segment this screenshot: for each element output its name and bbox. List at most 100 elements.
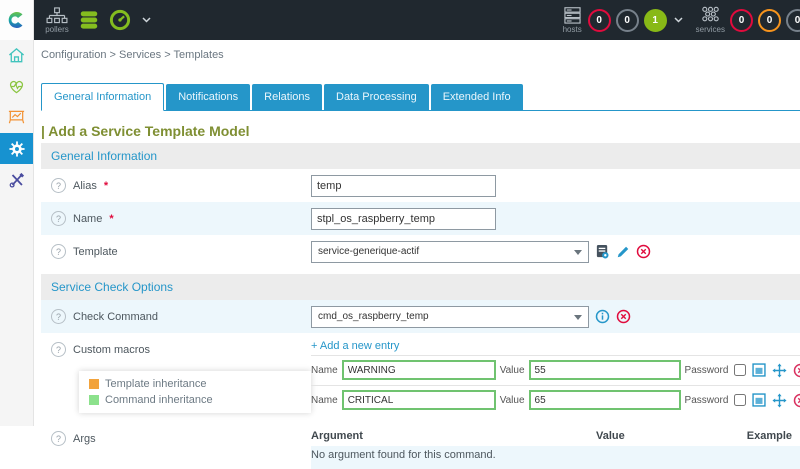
sidebar-item-reporting[interactable] — [0, 102, 33, 133]
hosts-down-badge[interactable]: 0 — [588, 9, 611, 32]
select-arrow-icon — [574, 250, 582, 255]
circle-x-icon — [636, 244, 651, 259]
edit-template-button[interactable] — [616, 245, 630, 259]
tools-icon — [8, 171, 26, 189]
breadcrumb-separator: > — [110, 49, 116, 61]
macro-value-label: Value — [500, 395, 525, 406]
command-inheritance-label: Command inheritance — [105, 394, 213, 406]
main-content: Configuration > Services > Templates Gen… — [34, 40, 800, 426]
pollers-chevron-down-icon[interactable] — [142, 17, 151, 23]
status-badges-group: hosts 0 0 1 services 0 0 0 — [562, 6, 800, 34]
template-selected-value: service-generique-actif — [318, 246, 419, 257]
macro-value-input[interactable] — [529, 390, 681, 410]
hosts-unreachable-badge[interactable]: 0 — [616, 9, 639, 32]
sidebar-item-configuration[interactable] — [0, 133, 33, 164]
help-icon[interactable]: ? — [51, 342, 66, 357]
add-new-entry-link[interactable]: + Add a new entry — [311, 340, 399, 352]
circle-x-icon — [793, 393, 800, 408]
macro-name-input[interactable] — [342, 390, 496, 410]
macro-password-checkbox[interactable] — [734, 364, 746, 376]
view-template-button[interactable] — [595, 244, 610, 259]
breadcrumb-services[interactable]: Services — [119, 49, 161, 61]
check-command-label: Check Command — [73, 311, 158, 323]
hosts-up-badge[interactable]: 1 — [644, 9, 667, 32]
hosts-menu[interactable]: hosts — [562, 7, 583, 34]
name-row: ? Name * — [41, 202, 800, 235]
centreon-logo[interactable] — [0, 0, 33, 40]
help-icon[interactable]: ? — [51, 211, 66, 226]
required-asterisk: * — [104, 180, 108, 192]
macro-password-checkbox[interactable] — [734, 394, 746, 406]
help-icon[interactable]: ? — [51, 244, 66, 259]
sidebar-item-administration[interactable] — [0, 164, 33, 195]
description-icon — [752, 363, 766, 377]
file-eye-icon — [595, 244, 610, 259]
macro-delete-button[interactable] — [793, 363, 800, 378]
database-poller-icon[interactable] — [78, 9, 100, 31]
services-critical-badge[interactable]: 0 — [730, 9, 753, 32]
pollers-group: pollers — [45, 7, 153, 34]
help-icon[interactable]: ? — [51, 309, 66, 324]
sidebar-item-monitoring[interactable] — [0, 71, 33, 102]
sidebar-item-home[interactable] — [0, 40, 33, 71]
macro-inheritance-legend: Template inheritance Command inheritance — [79, 371, 311, 413]
circle-x-icon — [793, 363, 800, 378]
tab-notifications[interactable]: Notifications — [166, 84, 250, 110]
check-command-select[interactable]: cmd_os_raspberry_temp — [311, 306, 589, 328]
name-label: Name — [73, 213, 102, 225]
tab-relations[interactable]: Relations — [252, 84, 322, 110]
macro-name-label: Name — [311, 365, 338, 376]
alias-input[interactable] — [311, 175, 496, 197]
check-command-row: ? Check Command cmd_os_raspberry_temp — [41, 300, 800, 333]
breadcrumb-separator: > — [164, 49, 170, 61]
page-title: | Add a Service Template Model — [41, 123, 800, 140]
custom-macros-row: ? Custom macros Template inheritance Com… — [41, 333, 800, 423]
hosts-icon — [562, 7, 583, 24]
heart-pulse-icon — [7, 77, 26, 96]
hosts-chevron-down-icon[interactable] — [674, 17, 683, 23]
pollers-icon — [45, 7, 69, 24]
macro-row-critical: Name Value Password — [311, 385, 800, 415]
alias-label: Alias — [73, 180, 97, 192]
pollers-menu[interactable]: pollers — [45, 7, 69, 34]
macro-value-input[interactable] — [529, 360, 681, 380]
macro-delete-button[interactable] — [793, 393, 800, 408]
macro-description-button[interactable] — [752, 393, 766, 407]
services-warning-badge[interactable]: 0 — [758, 9, 781, 32]
services-icon — [700, 6, 721, 24]
args-table: Argument Value Example No argument found… — [311, 428, 800, 469]
select-arrow-icon — [574, 315, 582, 320]
alias-row: ? Alias * — [41, 169, 800, 202]
command-info-button[interactable] — [595, 309, 610, 324]
tab-general-information[interactable]: General Information — [41, 83, 164, 111]
args-header-argument: Argument — [311, 430, 596, 442]
tab-extended-info[interactable]: Extended Info — [431, 84, 523, 110]
services-unknown-badge[interactable]: 0 — [786, 9, 800, 32]
macro-move-button[interactable] — [772, 363, 787, 378]
clear-template-button[interactable] — [636, 244, 651, 259]
template-select[interactable]: service-generique-actif — [311, 241, 589, 263]
help-icon[interactable]: ? — [51, 178, 66, 193]
pencil-icon — [616, 245, 630, 259]
service-template-form: General Information ? Alias * ? Name * — [41, 143, 800, 469]
macro-name-input[interactable] — [342, 360, 496, 380]
sidebar — [0, 0, 34, 426]
breadcrumb: Configuration > Services > Templates — [34, 40, 800, 62]
gauge-poller-icon[interactable] — [109, 9, 131, 31]
move-icon — [772, 363, 787, 378]
macro-password-label: Password — [685, 395, 729, 406]
home-icon — [7, 46, 26, 65]
args-empty-message: No argument found for this command. — [311, 446, 800, 469]
breadcrumb-templates[interactable]: Templates — [174, 49, 224, 61]
args-header-value: Value — [596, 430, 747, 442]
tab-data-processing[interactable]: Data Processing — [324, 84, 429, 110]
top-status-bar: pollers — [34, 0, 800, 40]
breadcrumb-configuration[interactable]: Configuration — [41, 49, 106, 61]
template-row: ? Template service-generique-actif — [41, 235, 800, 268]
macro-move-button[interactable] — [772, 393, 787, 408]
services-menu[interactable]: services — [696, 6, 725, 34]
help-icon[interactable]: ? — [51, 431, 66, 446]
macro-description-button[interactable] — [752, 363, 766, 377]
clear-command-button[interactable] — [616, 309, 631, 324]
name-input[interactable] — [311, 208, 496, 230]
